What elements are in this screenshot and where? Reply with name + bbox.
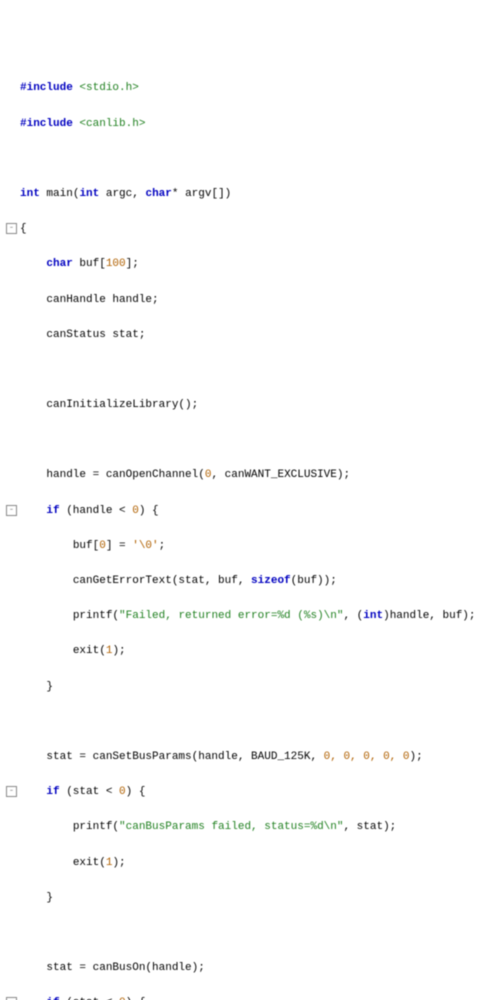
str-fail-open: "Failed, returned error=%d (%s)\n" (119, 610, 343, 622)
fold-icon[interactable]: - (6, 505, 17, 516)
line-decl-buf: char buf[100]; (6, 256, 494, 274)
decl-handle: canHandle handle; (46, 294, 158, 306)
line-decl-stat: canStatus stat; (6, 327, 494, 345)
setbus-end: ); (409, 751, 422, 763)
num-1: 1 (106, 857, 113, 869)
num-0: 0 (119, 997, 126, 1000)
line-if-stat-2: - if (stat < 0) { (6, 995, 494, 1000)
kw-if: if (46, 997, 59, 1000)
str-fail-bus: "canBusParams failed, status=%d\n" (119, 821, 343, 833)
line-printf-bus: printf("canBusParams failed, status=%d\n… (6, 819, 494, 837)
kw-sizeof: sizeof (251, 575, 291, 587)
line-main-sig: int main(int argc, char* argv[]) (6, 186, 494, 204)
num-0: 0 (132, 505, 139, 517)
blank (6, 714, 494, 732)
kw-int: int (20, 188, 40, 200)
exit-end: ); (112, 857, 125, 869)
line-initlib: canInitializeLibrary(); (6, 397, 494, 415)
if-tail: ) { (139, 505, 159, 517)
call-open: handle = canOpenChannel( (46, 469, 204, 481)
line-include-2: #include <canlib.h> (6, 116, 494, 134)
if-tail: ) { (126, 997, 146, 1000)
line-decl-handle: canHandle handle; (6, 292, 494, 310)
num-0: 0 (119, 786, 126, 798)
num-0: 0 (99, 540, 106, 552)
line-exit-2: exit(1); (6, 855, 494, 873)
if-cond: (stat < (60, 786, 119, 798)
kw-char: char (145, 188, 171, 200)
blank (6, 151, 494, 169)
exit: exit( (73, 645, 106, 657)
blank (6, 432, 494, 450)
fold-icon[interactable]: - (6, 223, 17, 234)
kw-char: char (46, 258, 72, 270)
num-100: 100 (106, 258, 126, 270)
call-buson: stat = canBusOn(handle); (46, 962, 204, 974)
header-stdio: <stdio.h> (79, 82, 138, 94)
line-setbus: stat = canSetBusParams(handle, BAUD_125K… (6, 749, 494, 767)
line-geterr: canGetErrorText(stat, buf, sizeof(buf)); (6, 573, 494, 591)
line-printf-open: printf("Failed, returned error=%d (%s)\n… (6, 608, 494, 626)
brace: } (46, 681, 53, 693)
line-exit-1: exit(1); (6, 643, 494, 661)
decl-end: ]; (126, 258, 139, 270)
line-brace-close: } (6, 679, 494, 697)
line-if-stat-1: - if (stat < 0) { (6, 784, 494, 802)
line-brace-close: } (6, 890, 494, 908)
if-cond: (handle < (60, 505, 133, 517)
call-initlib: canInitializeLibrary(); (46, 399, 198, 411)
line-openchannel: handle = canOpenChannel(0, canWANT_EXCLU… (6, 467, 494, 485)
line-buf0: buf[0] = '\0'; (6, 538, 494, 556)
semi: ; (159, 540, 166, 552)
buf0-l: buf[ (73, 540, 99, 552)
printf: printf( (73, 821, 119, 833)
argv: * argv[]) (172, 188, 231, 200)
kw-int: int (79, 188, 99, 200)
line-buson: stat = canBusOn(handle); (6, 960, 494, 978)
char-null: '\0' (132, 540, 158, 552)
decl-stat: canStatus stat; (46, 329, 145, 341)
line-include-1: #include <stdio.h> (6, 80, 494, 98)
pf-tail: , stat); (343, 821, 396, 833)
line-brace-open: -{ (6, 221, 494, 239)
fold-icon[interactable]: - (6, 997, 17, 1000)
num-zeros: 0, 0, 0, 0, 0 (324, 751, 410, 763)
decl-buf: buf[ (73, 258, 106, 270)
preproc: #include (20, 82, 73, 94)
if-tail: ) { (126, 786, 146, 798)
header-canlib: <canlib.h> (79, 118, 145, 130)
brace: { (20, 223, 27, 235)
kw-if: if (46, 505, 59, 517)
if-cond: (stat < (60, 997, 119, 1000)
argc: argc, (99, 188, 145, 200)
exit-end: ); (112, 645, 125, 657)
kw-if: if (46, 786, 59, 798)
blank (6, 925, 494, 943)
preproc: #include (20, 118, 73, 130)
printf: printf( (73, 610, 119, 622)
exit: exit( (73, 857, 106, 869)
fold-icon[interactable]: - (6, 786, 17, 797)
call-setbus: stat = canSetBusParams(handle, BAUD_125K… (46, 751, 323, 763)
pf-end: )handle, buf); (383, 610, 475, 622)
brace: } (46, 892, 53, 904)
geterr-tail: (buf)); (291, 575, 337, 587)
kw-int: int (363, 610, 383, 622)
blank (6, 362, 494, 380)
pf-tail: , ( (343, 610, 363, 622)
line-if-handle: - if (handle < 0) { (6, 503, 494, 521)
buf0-r: ] = (106, 540, 132, 552)
fn-main: main( (46, 188, 79, 200)
call-geterr: canGetErrorText(stat, buf, (73, 575, 251, 587)
num-1: 1 (106, 645, 113, 657)
call-open-tail: , canWANT_EXCLUSIVE); (211, 469, 350, 481)
